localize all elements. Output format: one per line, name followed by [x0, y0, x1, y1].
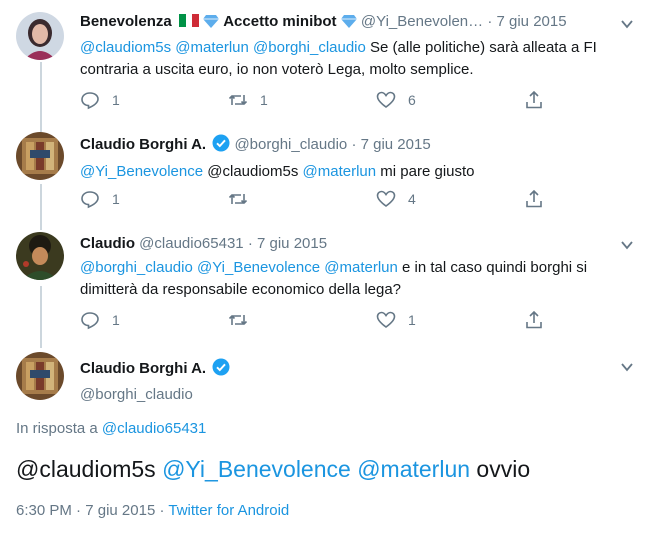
user-handle[interactable]: @borghi_claudio	[234, 136, 347, 153]
verified-badge-icon	[212, 134, 230, 158]
separator: ·	[247, 235, 253, 252]
mention-link[interactable]: @materlun	[357, 456, 470, 482]
mention-link[interactable]: @Yi_Benevolence	[162, 456, 351, 482]
retweet-icon	[228, 95, 248, 105]
avatar[interactable]	[16, 12, 64, 60]
tweet-actions: 1 4	[80, 189, 550, 209]
chevron-down-icon[interactable]	[620, 360, 634, 374]
share-icon	[526, 90, 542, 109]
user-handle[interactable]: @borghi_claudio	[80, 386, 193, 403]
heart-icon	[376, 91, 396, 108]
reply-icon	[81, 191, 99, 209]
heart-icon	[376, 190, 396, 207]
mention-link[interactable]: @claudiom5s	[80, 39, 171, 56]
reply-button[interactable]: 1	[80, 310, 120, 330]
tweet-actions: 1 1	[80, 310, 550, 330]
mention-plain[interactable]: @claudiom5s	[16, 456, 156, 482]
retweet-count: 1	[260, 92, 268, 108]
heart-icon	[376, 311, 396, 328]
retweet-button[interactable]: 1	[228, 90, 268, 110]
tweet-date[interactable]: 7 giu 2015	[361, 136, 431, 153]
share-button[interactable]	[524, 90, 544, 110]
tweet-date[interactable]: 7 giu 2015	[85, 502, 155, 519]
reply-count: 1	[112, 92, 120, 108]
reply-button[interactable]: 1	[80, 189, 120, 209]
mention-link[interactable]: @borghi_claudio	[253, 39, 366, 56]
share-button[interactable]	[524, 310, 544, 330]
like-count: 6	[408, 92, 416, 108]
user-name-suffix[interactable]: Accetto minibot	[223, 13, 336, 30]
reply-prefix: In risposta a	[16, 420, 102, 437]
reply-context: In risposta a @claudio65431	[16, 420, 206, 437]
tweet-meta: 6:30 PM · 7 giu 2015 · Twitter for Andro…	[16, 502, 289, 519]
tweet-time[interactable]: 6:30 PM	[16, 502, 72, 519]
reply-icon	[81, 92, 99, 110]
gem-icon	[203, 14, 220, 34]
tweet-body: ovvio	[470, 456, 531, 482]
mention-link[interactable]: @Yi_Benevolence	[80, 163, 203, 180]
verified-badge-icon	[212, 358, 230, 382]
tweet-text: @borghi_claudio @Yi_Benevolence @materlu…	[80, 257, 636, 301]
mention-link[interactable]: @materlun	[324, 259, 398, 276]
mention-link[interactable]: @materlun	[303, 163, 377, 180]
user-name[interactable]: Claudio	[80, 235, 135, 252]
retweet-button[interactable]	[228, 189, 260, 209]
like-button[interactable]: 4	[376, 189, 416, 209]
retweet-button[interactable]	[228, 310, 260, 330]
avatar[interactable]	[16, 352, 64, 400]
retweet-icon	[228, 194, 248, 204]
user-handle[interactable]: @Yi_Benevolen…	[361, 13, 483, 30]
chevron-down-icon[interactable]	[620, 17, 634, 31]
tweet-text: @claudiom5s @materlun @borghi_claudio Se…	[80, 37, 636, 81]
share-icon	[526, 189, 542, 208]
separator: ·	[487, 13, 493, 30]
share-button[interactable]	[524, 189, 544, 209]
tweet-body: mi pare giusto	[376, 163, 475, 180]
like-count: 1	[408, 312, 416, 328]
gem-icon	[340, 14, 357, 34]
mention-link[interactable]: @borghi_claudio	[80, 259, 193, 276]
italy-flag-icon	[178, 13, 199, 27]
like-count: 4	[408, 191, 416, 207]
share-icon	[526, 310, 542, 329]
tweet-date[interactable]: 7 giu 2015	[257, 235, 327, 252]
user-name[interactable]: Claudio Borghi A.	[80, 360, 206, 377]
tweet-date[interactable]: 7 giu 2015	[497, 13, 567, 30]
like-button[interactable]: 6	[376, 90, 416, 110]
tweet-2[interactable]: Claudio Borghi A. @borghi_claudio · 7 gi…	[0, 124, 652, 224]
reply-count: 1	[112, 191, 120, 207]
reply-button[interactable]: 1	[80, 90, 120, 110]
main-tweet-text: @claudiom5s @Yi_Benevolence @materlun ov…	[16, 454, 530, 484]
separator: ·	[159, 502, 165, 519]
reply-to-link[interactable]: @claudio65431	[102, 420, 206, 437]
user-name[interactable]: Benevolenza	[80, 13, 172, 30]
like-button[interactable]: 1	[376, 310, 416, 330]
mention-link[interactable]: @materlun	[175, 39, 249, 56]
separator: ·	[351, 136, 357, 153]
chevron-down-icon[interactable]	[620, 238, 634, 252]
retweet-icon	[228, 315, 248, 325]
avatar[interactable]	[16, 132, 64, 180]
reply-icon	[81, 312, 99, 330]
tweet-text: @Yi_Benevolence @claudiom5s @materlun mi…	[80, 163, 475, 180]
avatar[interactable]	[16, 232, 64, 280]
separator: ·	[76, 502, 82, 519]
user-name[interactable]: Claudio Borghi A.	[80, 136, 206, 153]
user-handle[interactable]: @claudio65431	[139, 235, 243, 252]
tweet-actions: 1 1 6	[80, 90, 550, 110]
reply-count: 1	[112, 312, 120, 328]
tweet-source-link[interactable]: Twitter for Android	[168, 502, 289, 519]
mention-link[interactable]: @Yi_Benevolence	[197, 259, 320, 276]
